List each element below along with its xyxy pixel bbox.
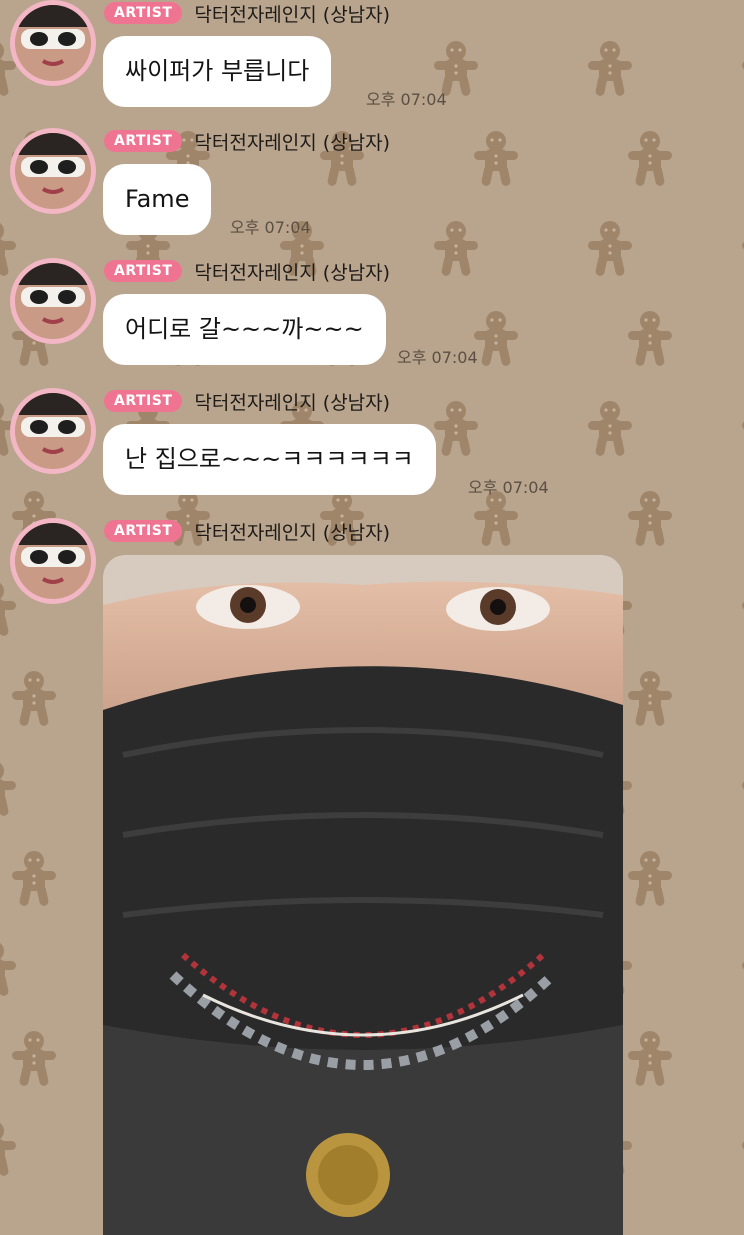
sender-name: 닥터전자레인지 (상남자) xyxy=(194,391,391,414)
avatar[interactable] xyxy=(10,0,96,86)
gingerbread-icon xyxy=(0,940,18,998)
gingerbread-icon xyxy=(626,130,674,188)
sender-name: 닥터전자레인지 (상남자) xyxy=(194,3,391,26)
gingerbread-icon xyxy=(472,130,520,188)
gingerbread-icon xyxy=(472,490,520,548)
avatar[interactable] xyxy=(10,258,96,344)
gingerbread-icon xyxy=(626,1030,674,1088)
avatar-photo xyxy=(15,5,91,81)
message-header: ARTIST 닥터전자레인지 (상남자) xyxy=(104,128,390,154)
gingerbread-icon xyxy=(626,490,674,548)
gingerbread-icon xyxy=(740,400,744,458)
message-time: 오후 07:04 xyxy=(397,348,478,367)
avatar-photo xyxy=(15,133,91,209)
gingerbread-icon xyxy=(740,40,744,98)
artist-badge: ARTIST xyxy=(104,130,183,152)
gingerbread-icon xyxy=(10,850,58,908)
gingerbread-icon xyxy=(432,400,480,458)
artist-badge: ARTIST xyxy=(104,390,183,412)
avatar[interactable] xyxy=(10,128,96,214)
sender-name: 닥터전자레인지 (상남자) xyxy=(194,261,391,284)
avatar-photo xyxy=(15,263,91,339)
gingerbread-icon xyxy=(586,40,634,98)
gingerbread-icon xyxy=(586,400,634,458)
avatar-photo xyxy=(15,393,91,469)
message-time: 오후 07:04 xyxy=(230,218,311,237)
message-header: ARTIST 닥터전자레인지 (상남자) xyxy=(104,388,390,414)
photo-message[interactable] xyxy=(103,555,623,1235)
gingerbread-icon xyxy=(0,760,18,818)
sender-name: 닥터전자레인지 (상남자) xyxy=(194,521,391,544)
message-bubble[interactable]: Fame xyxy=(103,164,212,235)
gingerbread-icon xyxy=(472,310,520,368)
message-time: 오후 07:04 xyxy=(366,90,447,109)
artist-badge: ARTIST xyxy=(104,260,183,282)
sender-name: 닥터전자레인지 (상남자) xyxy=(194,131,391,154)
message-bubble[interactable]: 난 집으로~~~ㅋㅋㅋㅋㅋㅋ xyxy=(103,424,436,495)
avatar[interactable] xyxy=(10,518,96,604)
message-bubble[interactable]: 어디로 갈~~~까~~~ xyxy=(103,294,386,365)
message-header: ARTIST 닥터전자레인지 (상남자) xyxy=(104,0,390,26)
message-bubble[interactable]: 싸이퍼가 부릅니다 xyxy=(103,36,332,107)
gingerbread-icon xyxy=(586,220,634,278)
gingerbread-icon xyxy=(0,580,18,638)
gingerbread-icon xyxy=(740,1120,744,1178)
message-header: ARTIST 닥터전자레인지 (상남자) xyxy=(104,258,390,284)
artist-badge: ARTIST xyxy=(104,2,183,24)
avatar-photo xyxy=(15,523,91,599)
gingerbread-icon xyxy=(626,850,674,908)
gingerbread-icon xyxy=(10,670,58,728)
gingerbread-icon xyxy=(740,220,744,278)
gingerbread-icon xyxy=(626,310,674,368)
gingerbread-icon xyxy=(740,940,744,998)
gingerbread-icon xyxy=(0,1120,18,1178)
gingerbread-icon xyxy=(740,760,744,818)
message-time: 오후 07:04 xyxy=(468,478,549,497)
gingerbread-icon xyxy=(432,220,480,278)
gingerbread-icon xyxy=(10,1030,58,1088)
gingerbread-icon xyxy=(626,670,674,728)
gingerbread-icon xyxy=(0,220,18,278)
artist-badge: ARTIST xyxy=(104,520,183,542)
message-header: ARTIST 닥터전자레인지 (상남자) xyxy=(104,518,390,544)
avatar[interactable] xyxy=(10,388,96,474)
gingerbread-icon xyxy=(740,580,744,638)
